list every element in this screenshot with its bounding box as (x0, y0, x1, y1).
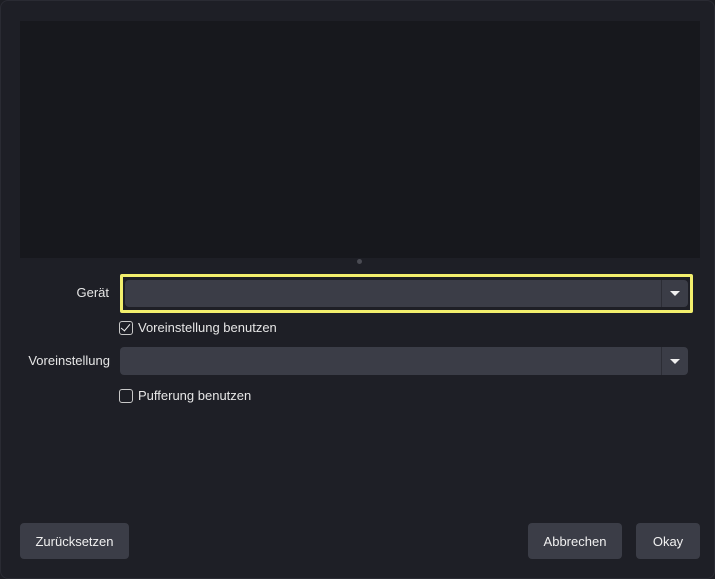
preview-area (20, 21, 700, 258)
preset-dropdown-button[interactable] (661, 347, 688, 375)
buffering-checkbox-row[interactable]: Pufferung benutzen (119, 388, 251, 403)
use-preset-label: Voreinstellung benutzen (138, 320, 277, 335)
use-preset-checkbox-row[interactable]: Voreinstellung benutzen (119, 320, 277, 335)
buffering-label: Pufferung benutzen (138, 388, 252, 403)
device-label: Gerät (76, 285, 109, 300)
chevron-down-icon (670, 291, 680, 296)
preset-label: Voreinstellung (28, 353, 110, 368)
properties-dialog: Gerät Voreinstellung benutzen Voreinstel… (0, 0, 715, 579)
cancel-button[interactable]: Abbrechen (528, 523, 622, 559)
reset-button[interactable]: Zurücksetzen (20, 523, 129, 559)
buffering-checkbox[interactable] (119, 388, 133, 403)
preset-select[interactable] (120, 347, 688, 375)
chevron-down-icon (670, 358, 680, 364)
use-preset-checkbox[interactable] (119, 320, 133, 335)
splitter-handle[interactable] (357, 259, 362, 264)
device-select[interactable] (125, 280, 688, 307)
device-dropdown-button[interactable] (661, 280, 688, 307)
ok-button[interactable]: Okay (636, 523, 700, 559)
